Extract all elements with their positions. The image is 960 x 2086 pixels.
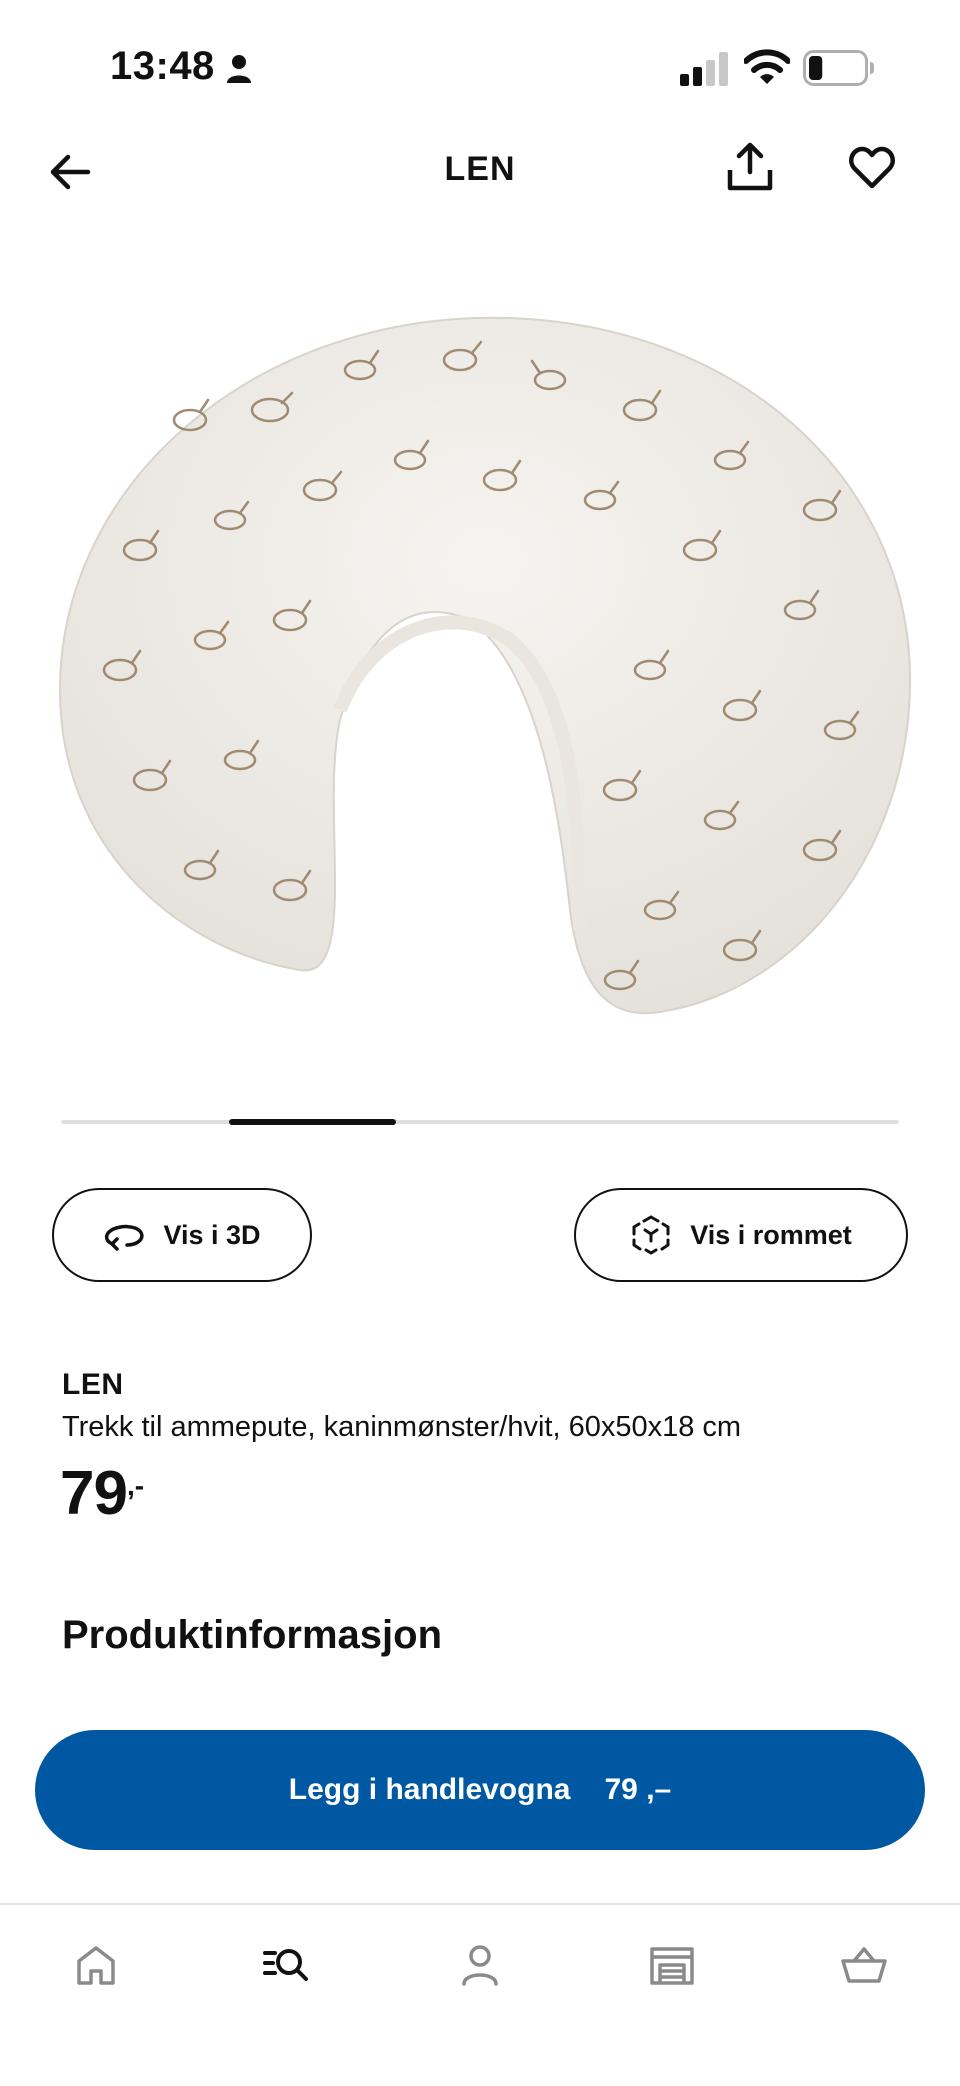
view-in-room-label: Vis i rommet bbox=[690, 1219, 852, 1250]
person-status-icon bbox=[227, 55, 251, 83]
view-in-room-button[interactable]: Vis i rommet bbox=[574, 1188, 908, 1282]
rotate-3d-icon bbox=[105, 1224, 145, 1251]
tab-stores[interactable] bbox=[642, 1935, 702, 1995]
status-time: 13:48 bbox=[110, 44, 215, 88]
ar-cube-icon bbox=[632, 1215, 670, 1255]
status-bar: 13:48 bbox=[0, 0, 960, 120]
search-list-icon bbox=[263, 1949, 308, 1981]
image-carousel-indicator bbox=[61, 1119, 899, 1125]
product-image[interactable] bbox=[40, 290, 920, 1050]
battery-icon bbox=[803, 50, 874, 86]
product-information-heading[interactable]: Produktinformasjon bbox=[62, 1613, 442, 1658]
add-to-cart-button[interactable]: Legg i handlevogna 79 ,– bbox=[35, 1730, 925, 1850]
carousel-active-segment bbox=[228, 1119, 397, 1125]
tab-home[interactable] bbox=[66, 1935, 126, 1995]
product-name: LEN bbox=[62, 1368, 124, 1401]
wifi-icon bbox=[744, 49, 790, 84]
view-3d-button[interactable]: Vis i 3D bbox=[52, 1188, 312, 1282]
tab-cart[interactable] bbox=[834, 1935, 894, 1995]
bottom-tab-bar bbox=[0, 1903, 960, 2086]
add-to-cart-price: 79 ,– bbox=[604, 1773, 672, 1806]
product-price: 79 ,- bbox=[60, 1458, 144, 1529]
price-suffix: ,- bbox=[126, 1470, 145, 1501]
tab-profile[interactable] bbox=[450, 1935, 510, 1995]
share-icon[interactable] bbox=[726, 142, 774, 192]
profile-icon bbox=[462, 1945, 498, 1986]
tab-search[interactable] bbox=[256, 1935, 316, 1995]
cart-icon bbox=[841, 1947, 887, 1983]
page-title: LEN bbox=[444, 150, 516, 188]
home-icon bbox=[77, 1946, 115, 1985]
store-icon bbox=[650, 1947, 694, 1985]
heart-icon[interactable] bbox=[848, 146, 896, 190]
price-amount: 79 bbox=[60, 1459, 128, 1528]
cellular-signal-icon bbox=[680, 52, 728, 86]
navigation-bar: LEN bbox=[0, 130, 960, 210]
add-to-cart-label: Legg i handlevogna bbox=[288, 1773, 571, 1806]
view-3d-label: Vis i 3D bbox=[163, 1219, 261, 1250]
product-description: Trekk til ammepute, kaninmønster/hvit, 6… bbox=[62, 1411, 742, 1443]
